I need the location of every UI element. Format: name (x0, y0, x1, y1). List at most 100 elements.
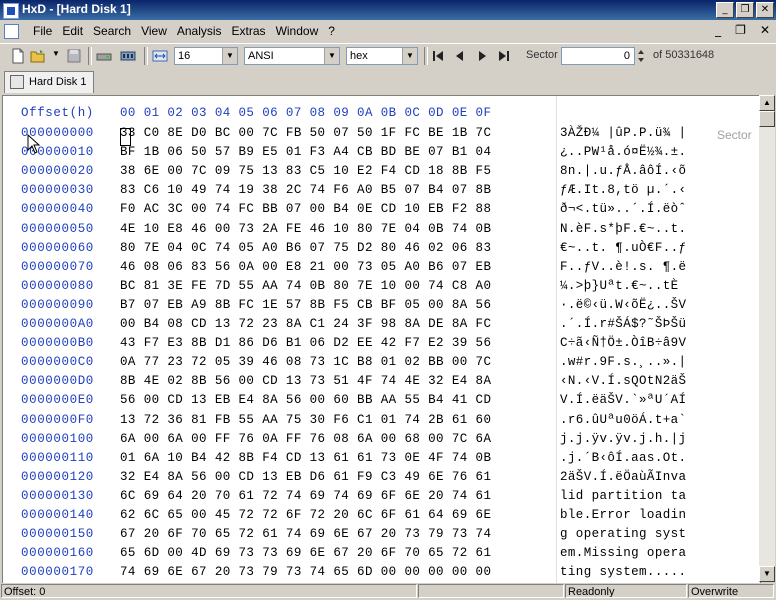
bytes-per-row-select[interactable]: 16 ▼ (174, 47, 238, 65)
scroll-thumb[interactable] (759, 111, 775, 127)
row-hex-bytes[interactable]: 0A 77 23 72 05 39 46 08 73 1C B8 01 02 B… (120, 353, 491, 372)
toolbar-separator (144, 47, 148, 65)
row-hex-bytes[interactable]: B7 07 EB A9 8B FC 1E 57 8B F5 CB BF 05 0… (120, 296, 491, 315)
chevron-down-icon[interactable]: ▼ (324, 48, 339, 64)
row-ascii-text[interactable]: ‹N.‹V.Í.sQOtN2äŠ (560, 372, 686, 391)
last-icon[interactable] (496, 48, 512, 64)
vertical-scrollbar[interactable]: ▲ ▼ (759, 95, 775, 582)
row-hex-bytes[interactable]: 00 B4 08 CD 13 72 23 8A C1 24 3F 98 8A D… (120, 315, 491, 334)
row-hex-bytes[interactable]: 43 F7 E3 8B D1 86 D6 B1 06 D2 EE 42 F7 E… (120, 334, 491, 353)
mdi-minimize-button[interactable]: _ (715, 23, 721, 37)
hex-editor-view[interactable]: Offset(h) 00 01 02 03 04 05 06 07 08 09 … (2, 95, 761, 584)
row-ascii-text[interactable]: 2äŠV.Í.ëÖaùÃInva (560, 468, 686, 487)
maximize-button[interactable]: ❐ (736, 2, 754, 18)
row-hex-bytes[interactable]: 56 00 CD 13 EB E4 8A 56 00 60 BB AA 55 B… (120, 391, 491, 410)
row-ascii-text[interactable]: .´.Í.r#ŠÁ$?˜ŠÞŠü (560, 315, 686, 334)
prev-icon[interactable] (452, 48, 468, 64)
row-ascii-text[interactable]: F..ƒV..è!.s. ¶.ë (560, 258, 686, 277)
menu-extras[interactable]: Extras (227, 24, 271, 38)
menu-file[interactable]: File (28, 24, 57, 38)
row-hex-bytes[interactable]: 62 6C 65 00 45 72 72 6F 72 20 6C 6F 61 6… (120, 506, 491, 525)
row-offset: 0000000A0 (21, 317, 94, 331)
row-ascii-text[interactable]: ble.Error loadin (560, 506, 686, 525)
row-ascii-text[interactable]: j.j.ÿv.ÿv.j.h.|j (560, 430, 686, 449)
offset-base-select[interactable]: hex ▼ (346, 47, 418, 65)
row-hex-bytes[interactable]: 67 20 6F 70 65 72 61 74 69 6E 67 20 73 7… (120, 525, 491, 544)
row-offset: 0000000B0 (21, 336, 94, 351)
row-ascii-text[interactable]: ¼.>þ}Uªt.€~..tÈ (560, 277, 679, 296)
new-icon[interactable] (10, 48, 26, 64)
row-hex-bytes[interactable]: 13 72 36 81 FB 55 AA 75 30 F6 C1 01 74 2… (120, 411, 491, 430)
row-ascii-text[interactable]: em.Missing opera (560, 544, 686, 563)
row-offset: 000000160 (21, 546, 94, 561)
row-hex-bytes[interactable]: 8B 4E 02 8B 56 00 CD 13 73 51 4F 74 4E 3… (120, 372, 491, 391)
row-ascii-text[interactable]: V.Í.ëäŠV.`»ªU´AÍ (560, 391, 686, 410)
row-ascii-text[interactable]: 3ÀŽÐ¼ |ûP.P.ü¾ | (560, 124, 686, 143)
row-hex-bytes[interactable]: F0 AC 3C 00 74 FC BB 07 00 B4 0E CD 10 E… (120, 200, 491, 219)
title-bar: HxD - [Hard Disk 1] _ ❐ ✕ (0, 0, 776, 20)
save-icon[interactable] (66, 48, 82, 64)
open-dropdown-arrow[interactable]: ▼ (52, 49, 60, 58)
chevron-down-icon[interactable]: ▼ (402, 48, 417, 64)
row-offset: 000000110 (21, 450, 94, 465)
scroll-up-button[interactable]: ▲ (759, 95, 775, 111)
drive-icon[interactable] (96, 48, 112, 64)
menu-search[interactable]: Search (88, 24, 136, 38)
row-hex-bytes[interactable]: 4E 10 E8 46 00 73 2A FE 46 10 80 7E 04 0… (120, 220, 491, 239)
row-hex-bytes[interactable]: 6C 69 64 20 70 61 72 74 69 74 69 6F 6E 2… (120, 487, 491, 506)
row-hex-bytes[interactable]: 83 C6 10 49 74 19 38 2C 74 F6 A0 B5 07 B… (120, 181, 491, 200)
row-hex-bytes[interactable]: 6A 00 6A 00 FF 76 0A FF 76 08 6A 00 68 0… (120, 430, 491, 449)
toolbar: ▼ 16 ▼ ANSI ▼ hex ▼ Sector 0 of 50331648 (0, 43, 776, 70)
mdi-close-button[interactable]: ✕ (760, 23, 770, 37)
charset-select[interactable]: ANSI ▼ (244, 47, 340, 65)
row-hex-bytes[interactable]: 74 69 6E 67 20 73 79 73 74 65 6D 00 00 0… (120, 563, 491, 582)
sector-spinner[interactable] (636, 47, 646, 65)
menu-window[interactable]: Window (271, 24, 324, 38)
menu-analysis[interactable]: Analysis (172, 24, 227, 38)
minimize-button[interactable]: _ (716, 2, 734, 18)
close-button[interactable]: ✕ (756, 2, 774, 18)
row-ascii-text[interactable]: .r6.ûUªu0öÁ.t+a` (560, 411, 686, 430)
menu-view[interactable]: View (136, 24, 172, 38)
row-ascii-text[interactable]: €~..t. ¶.uÒ€F..ƒ (560, 239, 686, 258)
row-ascii-text[interactable]: C÷ã‹Ñ†Ö±.ÒîB÷â9V (560, 334, 686, 353)
row-hex-bytes[interactable]: 65 6D 00 4D 69 73 73 69 6E 67 20 6F 70 6… (120, 544, 491, 563)
row-ascii-text[interactable]: g operating syst (560, 525, 686, 544)
row-ascii-text[interactable]: ð¬<.tü»..´.Í.ëòˆ (560, 200, 686, 219)
row-ascii-text[interactable]: 8n.|.u.ƒÅ.âôÍ.‹õ (560, 162, 686, 181)
sector-value: 0 (623, 50, 630, 62)
row-ascii-text[interactable]: ƒÆ.It.8,tö µ.´.‹ (560, 181, 686, 200)
menu-help[interactable]: ? (323, 24, 340, 38)
row-hex-bytes[interactable]: 01 6A 10 B4 42 8B F4 CD 13 61 61 73 0E 4… (120, 449, 491, 468)
document-icon[interactable] (4, 24, 19, 39)
row-hex-bytes[interactable]: 32 E4 8A 56 00 CD 13 EB D6 61 F9 C3 49 6… (120, 468, 491, 487)
row-ascii-text[interactable]: N.èF.s*þF.€~..t. (560, 220, 686, 239)
row-hex-bytes[interactable]: 80 7E 04 0C 74 05 A0 B6 07 75 D2 80 46 0… (120, 239, 491, 258)
next-icon[interactable] (474, 48, 490, 64)
row-ascii-text[interactable]: ting system..... (560, 563, 686, 582)
ram-icon[interactable] (120, 48, 136, 64)
sector-total: of 50331648 (653, 49, 715, 61)
tab-hard-disk-1[interactable]: Hard Disk 1 (4, 71, 94, 93)
row-offset: 0000000D0 (21, 374, 94, 389)
row-hex-bytes[interactable]: 46 08 06 83 56 0A 00 E8 21 00 73 05 A0 B… (120, 258, 491, 277)
scroll-down-button[interactable]: ▼ (759, 566, 775, 582)
row-hex-bytes[interactable]: BF 1B 06 50 57 B9 E5 01 F3 A4 CB BD BE 0… (120, 143, 491, 162)
mdi-restore-button[interactable]: ❐ (735, 23, 746, 37)
status-bar: Offset: 0 Readonly Overwrite (0, 583, 776, 600)
hxd-app-icon[interactable] (3, 3, 19, 19)
row-ascii-text[interactable]: lid partition ta (560, 487, 686, 506)
row-ascii-text[interactable]: ¿..PW¹å.ó¤Ë½¾.±. (560, 143, 686, 162)
first-icon[interactable] (430, 48, 446, 64)
row-hex-bytes[interactable]: 38 6E 00 7C 09 75 13 83 C5 10 E2 F4 CD 1… (120, 162, 491, 181)
sector-input[interactable]: 0 (561, 47, 635, 65)
open-icon[interactable] (30, 48, 46, 64)
row-ascii-text[interactable]: .j.´B‹ôÍ.aas.Ot. (560, 449, 686, 468)
row-ascii-text[interactable]: .w#r.9F.s.¸..».| (560, 353, 686, 372)
row-offset: 000000050 (21, 221, 94, 236)
row-hex-bytes[interactable]: BC 81 3E FE 7D 55 AA 74 0B 80 7E 10 00 7… (120, 277, 491, 296)
chevron-down-icon[interactable]: ▼ (222, 48, 237, 64)
menu-edit[interactable]: Edit (57, 24, 88, 38)
row-ascii-text[interactable]: ·.ë©‹ü.W‹õË¿..ŠV (560, 296, 686, 315)
row-hex-bytes[interactable]: 33 C0 8E D0 BC 00 7C FB 50 07 50 1F FC B… (120, 124, 491, 143)
